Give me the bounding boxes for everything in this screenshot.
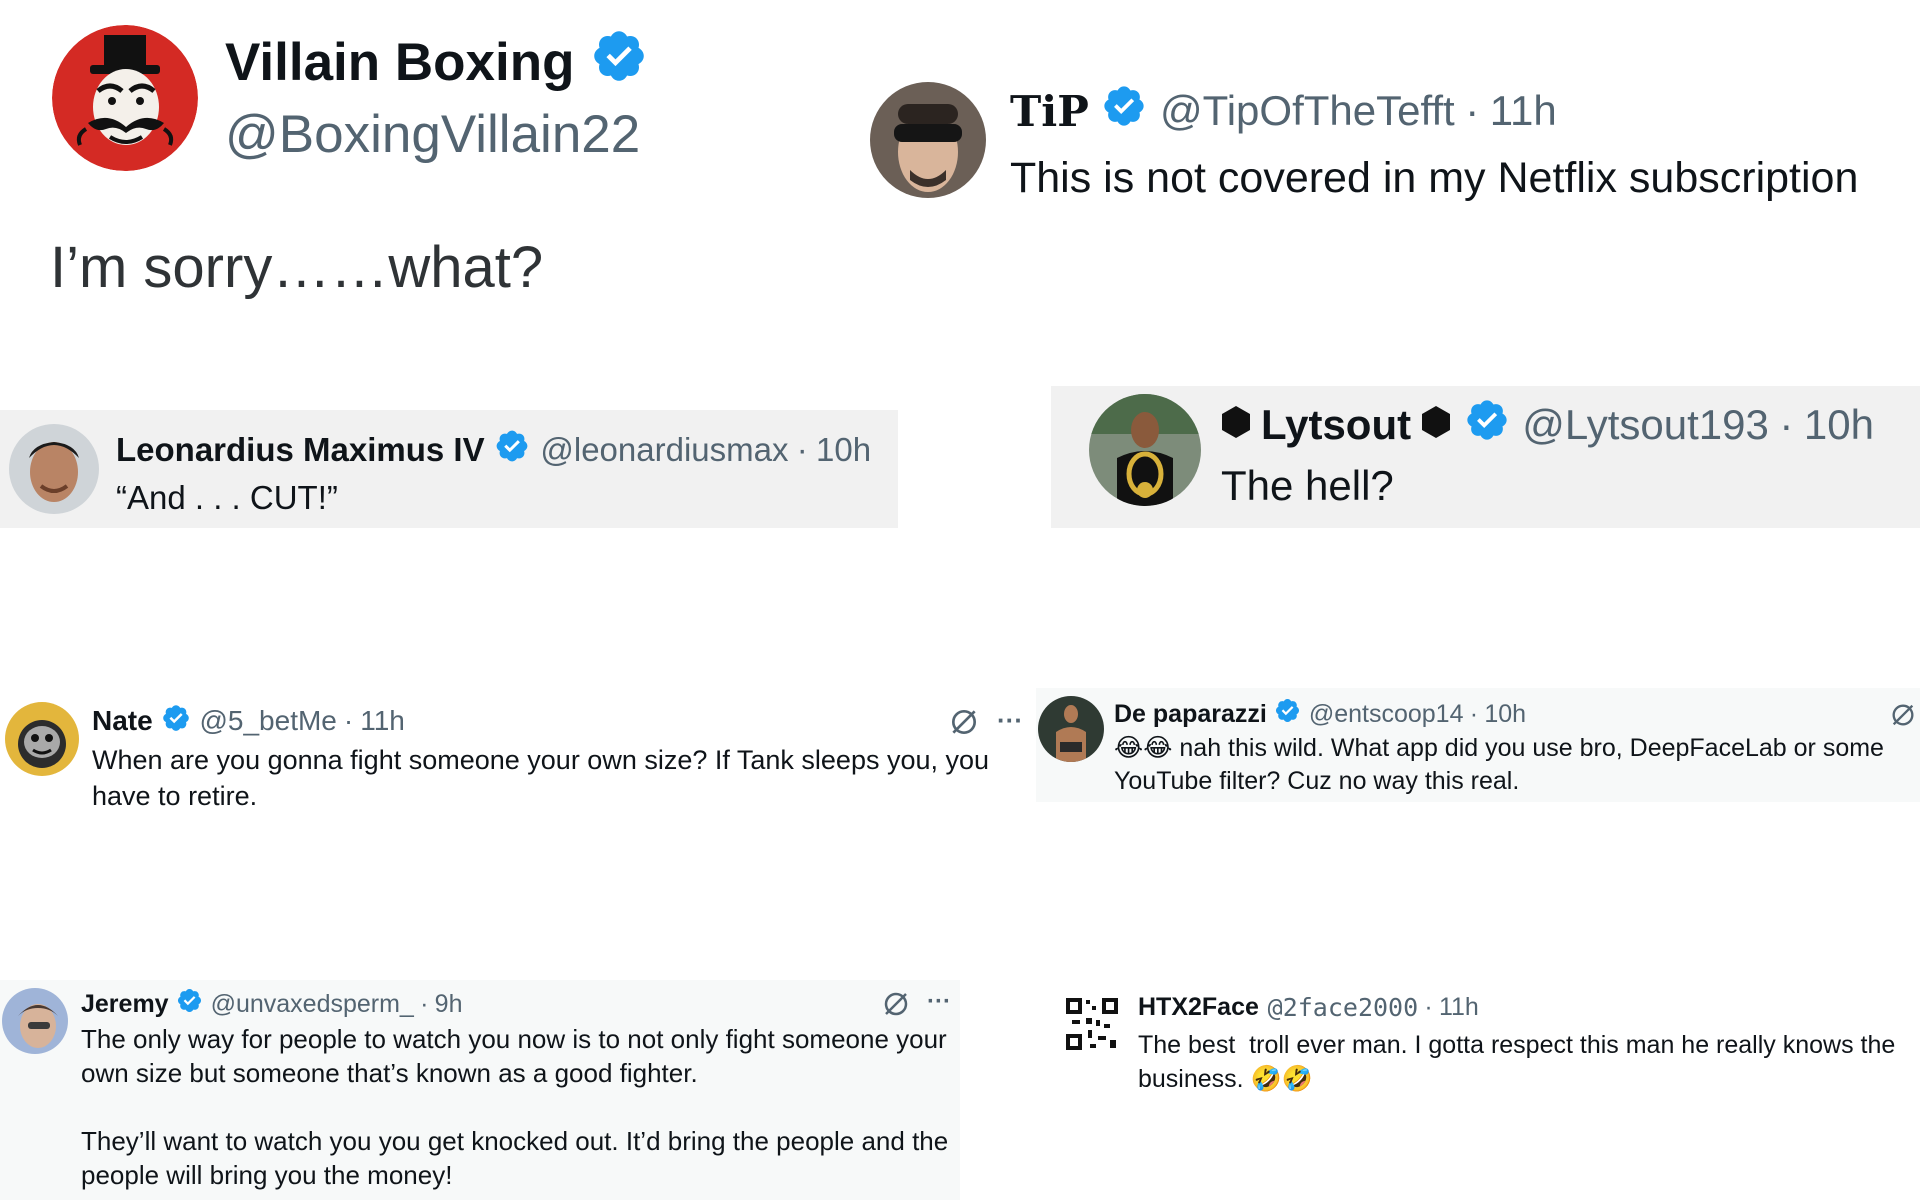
separator: · [1779,401,1794,448]
reply-text-line: The best troll ever man. I gotta respect… [1138,1031,1896,1059]
villain-boxing-avatar[interactable] [52,25,198,171]
reply-text-segment: nah this wild. What app did you use bro,… [1179,734,1884,762]
reply-text: The best troll ever man. I gotta respect… [1138,1028,1895,1096]
reply-card: Lytsout @Lytsout193 · 10h The hell? [1051,386,1920,528]
main-post-handle-line: @BoxingVillain22 [225,104,640,164]
shirtless-man-avatar-image [1038,696,1104,762]
reply-card: De paparazzi @entscoop14 · 10h 😂😂 nah th… [1036,688,1920,802]
grok-icon[interactable] [1886,698,1920,732]
verified-badge-icon [1101,83,1147,139]
handle[interactable]: @entscoop14 [1309,700,1464,729]
verified-badge-icon [161,703,191,740]
reply-header: HTX2Face @2face2000 · 11h [1138,990,1479,1024]
display-name[interactable]: HTX2Face [1138,993,1259,1022]
reply-text: 😂😂 nah this wild. What app did you use b… [1114,732,1884,798]
reply-header: Nate @5_betMe · 11h [92,704,405,738]
rofl-emoji: 🤣🤣 [1250,1065,1313,1093]
separator: · [796,431,808,468]
reply-text-line: have to retire. [92,781,258,811]
display-name[interactable]: Villain Boxing [225,32,574,93]
tip-avatar[interactable] [870,82,986,198]
verified-badge-icon [1274,697,1301,731]
timestamp[interactable]: 10h [1484,700,1526,729]
reply-card: Leonardius Maximus IV @leonardiusmax · 1… [0,410,898,528]
leonardius-avatar[interactable] [9,424,99,514]
selfie-avatar-image [2,988,68,1054]
reply-text-segment: business. [1138,1065,1244,1093]
black-hexagon-icon [1421,401,1451,449]
reply-card: HTX2Face @2face2000 · 11h The best troll… [1050,984,1920,1114]
handle[interactable]: @Lytsout193 [1522,401,1769,449]
jeremy-avatar[interactable] [2,988,68,1054]
grok-icon[interactable] [878,986,914,1022]
black-hexagon-icon [1221,401,1251,449]
display-name[interactable]: Nate [92,705,153,737]
timestamp[interactable]: 10h [816,431,871,469]
display-name[interactable]: Leonardius Maximus IV [116,431,485,469]
reply-header: Leonardius Maximus IV @leonardiusmax · 1… [116,430,871,470]
reply-text: When are you gonna fight someone your ow… [92,742,989,814]
display-name[interactable]: TiP [1010,87,1089,136]
timestamp[interactable]: 11h [1439,993,1479,1022]
handle[interactable]: @leonardiusmax [540,431,788,469]
cartoon-creature-avatar-image [5,702,79,776]
reply-text-line: business. 🤣🤣 [1138,1062,1895,1096]
separator: · [1424,992,1433,1021]
more-icon[interactable]: ··· [992,700,1028,740]
display-name[interactable]: Lytsout [1261,401,1411,449]
separator: · [1469,699,1479,728]
separator: · [1465,87,1480,134]
reply-text-line: They’ll want to watch you you get knocke… [81,1126,949,1156]
reply-header: Jeremy @unvaxedsperm_ · 9h [81,988,462,1020]
main-post-name-line: Villain Boxing [225,30,664,93]
reply-text: “And . . . CUT!” [116,479,338,516]
main-post: Villain Boxing @BoxingVillain22 I’m sorr… [0,0,860,330]
reply-text-line: The only way for people to watch you now… [81,1024,947,1054]
reply-card: Nate @5_betMe · 11h ··· When are you gon… [0,690,1030,830]
timestamp[interactable]: 10h [1804,401,1874,449]
villain-cartoon-avatar-image [52,25,198,171]
sunglasses-man-avatar-image [870,82,986,198]
lytsout-avatar[interactable] [1089,394,1201,506]
verified-badge-icon [176,987,203,1021]
reply-card: TiP @TipOfTheTefft · 11h This is not cov… [860,60,1920,220]
man-portrait-avatar-image [9,424,99,514]
main-post-text: I’m sorry……what? [50,235,544,300]
verified-badge-icon [1464,397,1510,453]
reply-text-line: When are you gonna fight someone your ow… [92,745,990,775]
man-with-chain-avatar-image [1089,394,1201,506]
reply-text-line: YouTube filter? Cuz no way this real. [1114,767,1520,795]
reply-card: Jeremy @unvaxedsperm_ · 9h ··· The only … [0,980,960,1200]
htx2face-avatar[interactable] [1062,994,1122,1054]
separator: · [343,705,354,736]
verified-badge-icon [494,428,530,472]
reply-header: TiP @TipOfTheTefft · 11h [1010,86,1557,136]
reply-text: This is not covered in my Netflix subscr… [1010,154,1859,202]
reply-text: The only way for people to watch you now… [81,1022,948,1192]
reply-text-line: own size but someone that’s known as a g… [81,1058,698,1088]
verified-badge-icon [590,27,648,98]
reply-text-line: people will bring you the money! [81,1160,453,1190]
display-name[interactable]: Jeremy [81,990,169,1019]
timestamp[interactable]: 11h [360,705,405,737]
depaparazzi-avatar[interactable] [1038,696,1104,762]
reply-text-line: 😂😂 nah this wild. What app did you use b… [1114,732,1884,765]
qr-code-avatar-image [1062,994,1122,1054]
nate-avatar[interactable] [5,702,79,776]
more-icon[interactable]: ··· [922,984,956,1020]
reply-header: De paparazzi @entscoop14 · 10h [1114,698,1526,730]
separator: · [420,989,429,1018]
timestamp[interactable]: 9h [435,990,463,1019]
reply-header: Lytsout @Lytsout193 · 10h [1221,400,1874,450]
reply-text: The hell? [1221,462,1394,509]
laughing-emoji: 😂😂 [1114,734,1173,762]
handle[interactable]: @5_betMe [199,705,336,737]
display-name[interactable]: De paparazzi [1114,700,1267,729]
grok-icon[interactable] [944,702,984,742]
handle[interactable]: @TipOfTheTefft [1160,87,1455,135]
timestamp[interactable]: 11h [1490,87,1557,135]
handle[interactable]: @unvaxedsperm_ [211,990,414,1019]
handle[interactable]: @2face2000 [1268,993,1419,1022]
handle[interactable]: @BoxingVillain22 [225,104,640,165]
